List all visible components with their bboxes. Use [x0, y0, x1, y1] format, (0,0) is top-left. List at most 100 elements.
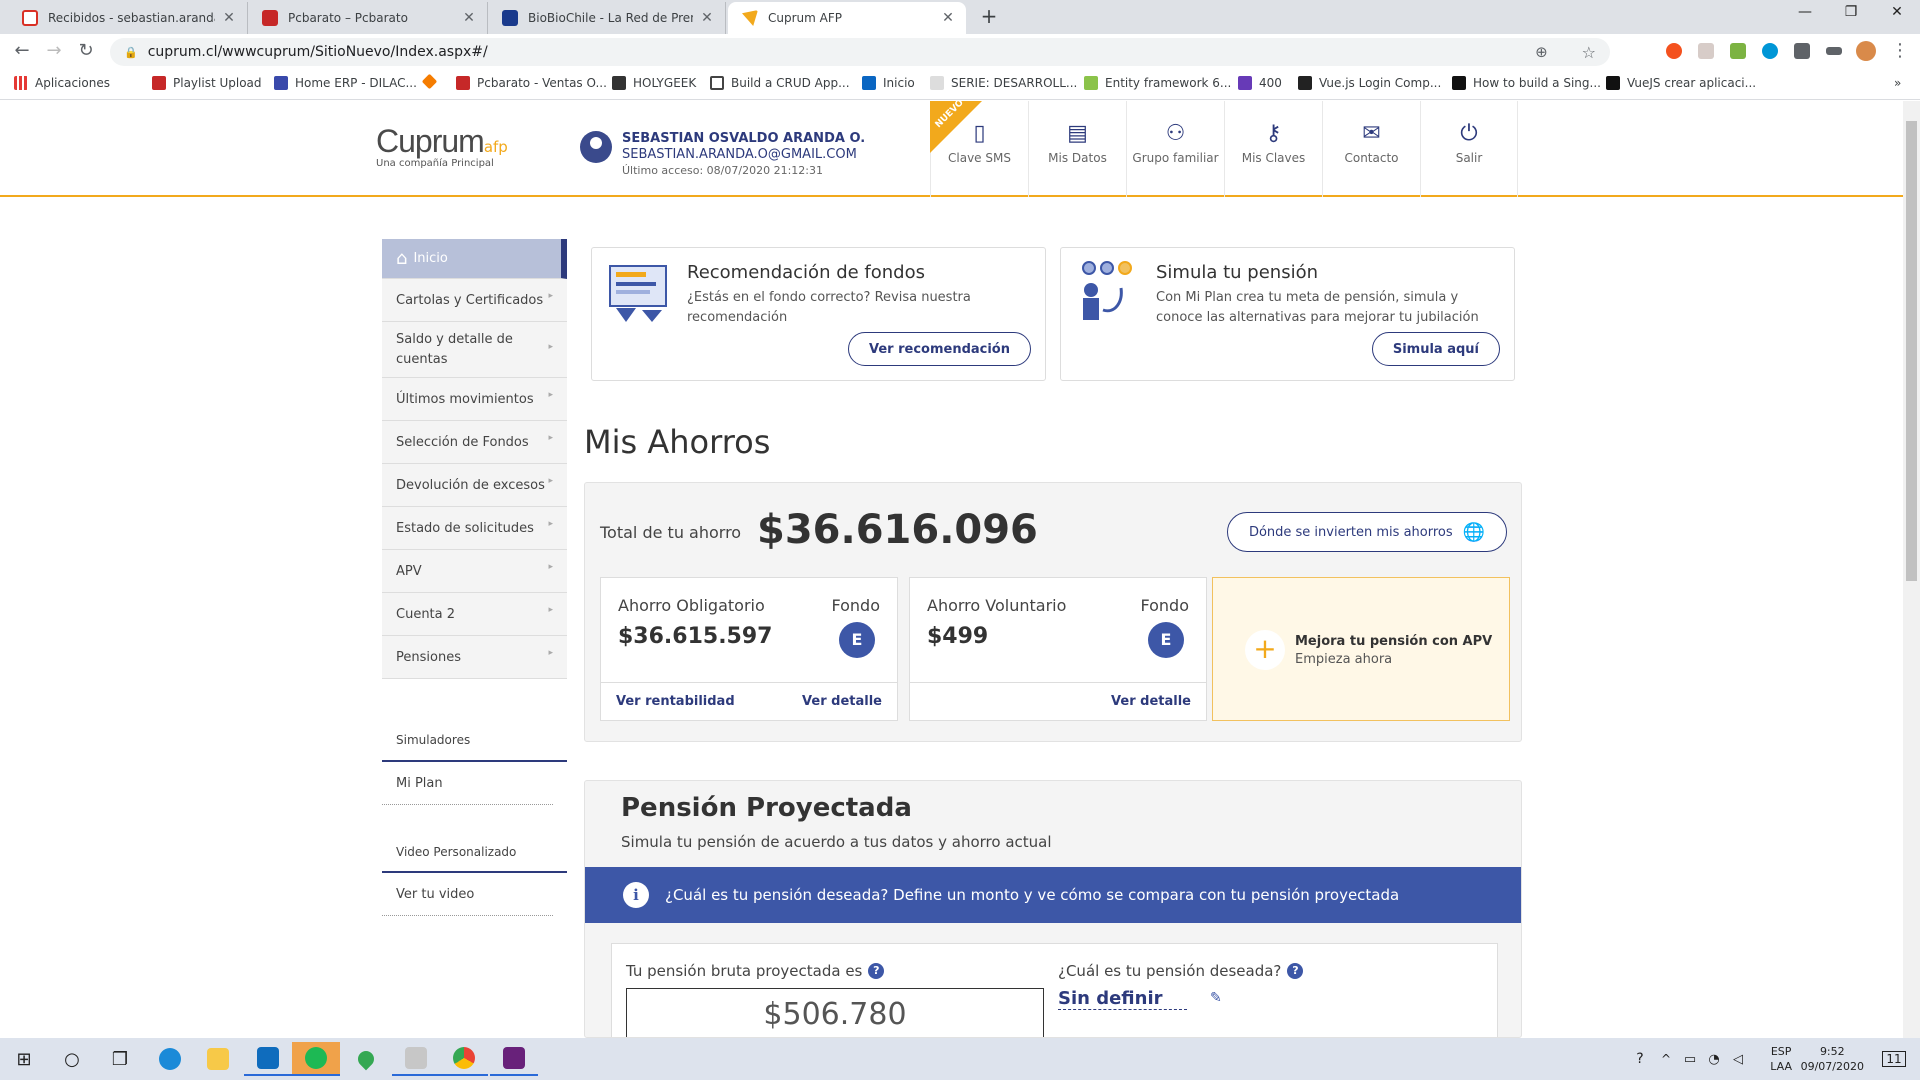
sidebar-item-inicio[interactable]: ⌂ Inicio — [382, 239, 567, 279]
bookmark-icon — [421, 73, 438, 90]
ver-recomendacion-button[interactable]: Ver recomendación — [847, 332, 1031, 366]
sidebar-item-cartolas[interactable]: Cartolas y Certificados ▸ — [382, 279, 567, 322]
back-icon[interactable]: ← — [10, 40, 34, 64]
minimize-window-icon[interactable]: — — [1782, 4, 1828, 28]
bookmark-item[interactable]: Pcbarato - Ventas O... — [456, 76, 607, 90]
maps-icon[interactable] — [342, 1042, 390, 1076]
nav-contacto[interactable]: ✉ Contacto — [1322, 101, 1420, 197]
visual-studio-icon[interactable] — [490, 1042, 538, 1076]
help-icon[interactable]: ? — [1287, 963, 1304, 979]
bookmark-item[interactable]: Home ERP - DILAC... — [274, 76, 417, 90]
bookmark-item[interactable]: HOLYGEEK — [612, 76, 696, 90]
bookmark-label: Home ERP - DILAC... — [295, 76, 417, 90]
sidebar-item-fondos[interactable]: Selección de Fondos ▸ — [382, 421, 567, 464]
sidebar-item-cuenta2[interactable]: Cuenta 2 ▸ — [382, 593, 567, 636]
nav-mis-datos[interactable]: ▤ Mis Datos — [1028, 101, 1126, 197]
bookmark-item[interactable]: Inicio — [862, 76, 915, 90]
promo-description: Con Mi Plan crea tu meta de pensión, sim… — [1156, 290, 1479, 325]
new-tab-icon[interactable]: + — [978, 6, 1000, 28]
browser-tab-gmail[interactable]: Recibidos - sebastian.aranda.o@ ✕ — [8, 2, 248, 34]
document-icon: ▤ — [1067, 121, 1088, 146]
desired-label-text: ¿Cuál es tu pensión deseada? — [1058, 962, 1282, 980]
spotify-icon[interactable] — [292, 1042, 340, 1076]
cuprum-logo[interactable]: Cuprumafp Una compañía Principal — [376, 123, 508, 169]
help-icon[interactable]: ? — [868, 963, 885, 979]
reload-icon[interactable]: ↻ — [74, 40, 98, 64]
bookmark-star-icon[interactable]: ☆ — [1582, 43, 1596, 62]
ver-detalle-link[interactable]: Ver detalle — [1111, 694, 1191, 709]
browser-tab-cuprum[interactable]: Cuprum AFP ✕ — [728, 2, 966, 34]
volume-icon[interactable]: ◁ — [1726, 1042, 1750, 1076]
language-indicator[interactable]: ESP LAA — [1770, 1044, 1792, 1074]
translate-icon[interactable]: ⊕ — [1535, 43, 1548, 61]
sidebar-item-movimientos[interactable]: Últimos movimientos ▸ — [382, 378, 567, 421]
promo-description: ¿Estás en el fondo correcto? Revisa nues… — [687, 290, 971, 325]
total-label: Total de tu ahorro — [600, 523, 742, 542]
nav-salir[interactable]: ⏻ Salir — [1420, 101, 1518, 197]
notifications-icon[interactable]: 11 — [1870, 1042, 1918, 1076]
menu-icon[interactable]: ⋮ — [1888, 40, 1912, 64]
logo-name: Cuprum — [376, 123, 485, 159]
bookmark-item[interactable]: VueJS crear aplicaci... — [1606, 76, 1756, 90]
outlook-icon[interactable] — [244, 1042, 292, 1076]
bookmark-item[interactable]: Aplicaciones — [14, 76, 110, 90]
hp-icon[interactable] — [1762, 43, 1778, 59]
bookmark-item[interactable]: Entity framework 6... — [1084, 76, 1231, 90]
scrollbar-thumb[interactable] — [1906, 121, 1917, 581]
close-tab-icon[interactable]: ✕ — [699, 10, 715, 26]
nav-grupo-familiar[interactable]: ⚇ Grupo familiar — [1126, 101, 1224, 197]
ver-detalle-link[interactable]: Ver detalle — [802, 694, 882, 709]
search-icon[interactable]: ○ — [48, 1042, 96, 1076]
battery-icon[interactable]: ▭ — [1678, 1042, 1702, 1076]
simula-aqui-button[interactable]: Simula aquí — [1371, 332, 1500, 366]
bookmarks-more-button[interactable]: » — [1894, 76, 1901, 90]
bookmark-item[interactable] — [421, 73, 442, 90]
close-tab-icon[interactable]: ✕ — [461, 10, 477, 26]
close-tab-icon[interactable]: ✕ — [221, 10, 237, 26]
address-bar[interactable]: 🔒 cuprum.cl/wwwcuprum/SitioNuevo/Index.a… — [110, 38, 1610, 66]
maximize-window-icon[interactable]: ❐ — [1828, 4, 1874, 28]
help-tray-icon[interactable]: ? — [1626, 1042, 1654, 1076]
bookmark-item[interactable]: SERIE: DESARROLL... — [930, 76, 1077, 90]
key-icon[interactable] — [1826, 47, 1842, 55]
forward-icon[interactable]: → — [42, 40, 66, 64]
photos-icon[interactable] — [392, 1042, 440, 1076]
extension-icon[interactable] — [1666, 43, 1682, 59]
sidebar-item-solicitudes[interactable]: Estado de solicitudes ▸ — [382, 507, 567, 550]
bookmark-item[interactable]: 400 — [1238, 76, 1282, 90]
bookmark-item[interactable]: Vue.js Login Comp... — [1298, 76, 1441, 90]
clock[interactable]: 9:52 09/07/2020 — [1801, 1044, 1864, 1074]
edit-pencil-icon[interactable]: ✎ — [1210, 990, 1222, 1006]
avatar[interactable] — [1856, 41, 1876, 61]
sidebar-link-ver-video[interactable]: Ver tu video — [382, 873, 553, 916]
wifi-icon[interactable]: ◔ — [1702, 1042, 1726, 1076]
file-explorer-icon[interactable] — [194, 1042, 242, 1076]
close-tab-icon[interactable]: ✕ — [940, 10, 956, 26]
bookmark-item[interactable]: How to build a Sing... — [1452, 76, 1601, 90]
donde-invierten-button[interactable]: Dónde se invierten mis ahorros 🌐 — [1227, 512, 1507, 552]
bookmark-item[interactable]: Playlist Upload — [152, 76, 262, 90]
chrome-icon[interactable] — [440, 1042, 488, 1076]
windows-start-icon[interactable]: ⊞ — [0, 1042, 48, 1076]
sidebar-item-saldo[interactable]: Saldo y detalle de cuentas ▸ — [382, 322, 567, 378]
nav-mis-claves[interactable]: ⚷ Mis Claves — [1224, 101, 1322, 197]
sidebar-link-mi-plan[interactable]: Mi Plan — [382, 762, 553, 805]
task-view-icon[interactable]: ❐ — [96, 1042, 144, 1076]
desired-value[interactable]: Sin definir — [1058, 988, 1187, 1010]
browser-tab-biobio[interactable]: BioBioChile - La Red de Prensa M ✕ — [488, 2, 726, 34]
ver-rentabilidad-link[interactable]: Ver rentabilidad — [616, 694, 735, 709]
edge-icon[interactable] — [146, 1042, 194, 1076]
sidebar-item-label: Cuenta 2 — [396, 606, 456, 622]
sidebar-item-devolucion[interactable]: Devolución de excesos ▸ — [382, 464, 567, 507]
page-scrollbar[interactable] — [1903, 101, 1920, 1038]
sidebar-item-apv[interactable]: APV ▸ — [382, 550, 567, 593]
apv-card[interactable]: + Mejora tu pensión con APV Empieza ahor… — [1212, 577, 1510, 721]
extension-icon[interactable] — [1730, 43, 1746, 59]
chevron-up-icon[interactable]: ^ — [1654, 1042, 1678, 1076]
puzzle-icon[interactable] — [1794, 43, 1810, 59]
sidebar-item-pensiones[interactable]: Pensiones ▸ — [382, 636, 567, 679]
browser-tab-pcbarato[interactable]: Pcbarato – Pcbarato ✕ — [248, 2, 488, 34]
bookmark-item[interactable]: Build a CRUD App... — [710, 76, 850, 90]
close-window-icon[interactable]: ✕ — [1874, 4, 1920, 28]
extension-icon[interactable] — [1698, 43, 1714, 59]
